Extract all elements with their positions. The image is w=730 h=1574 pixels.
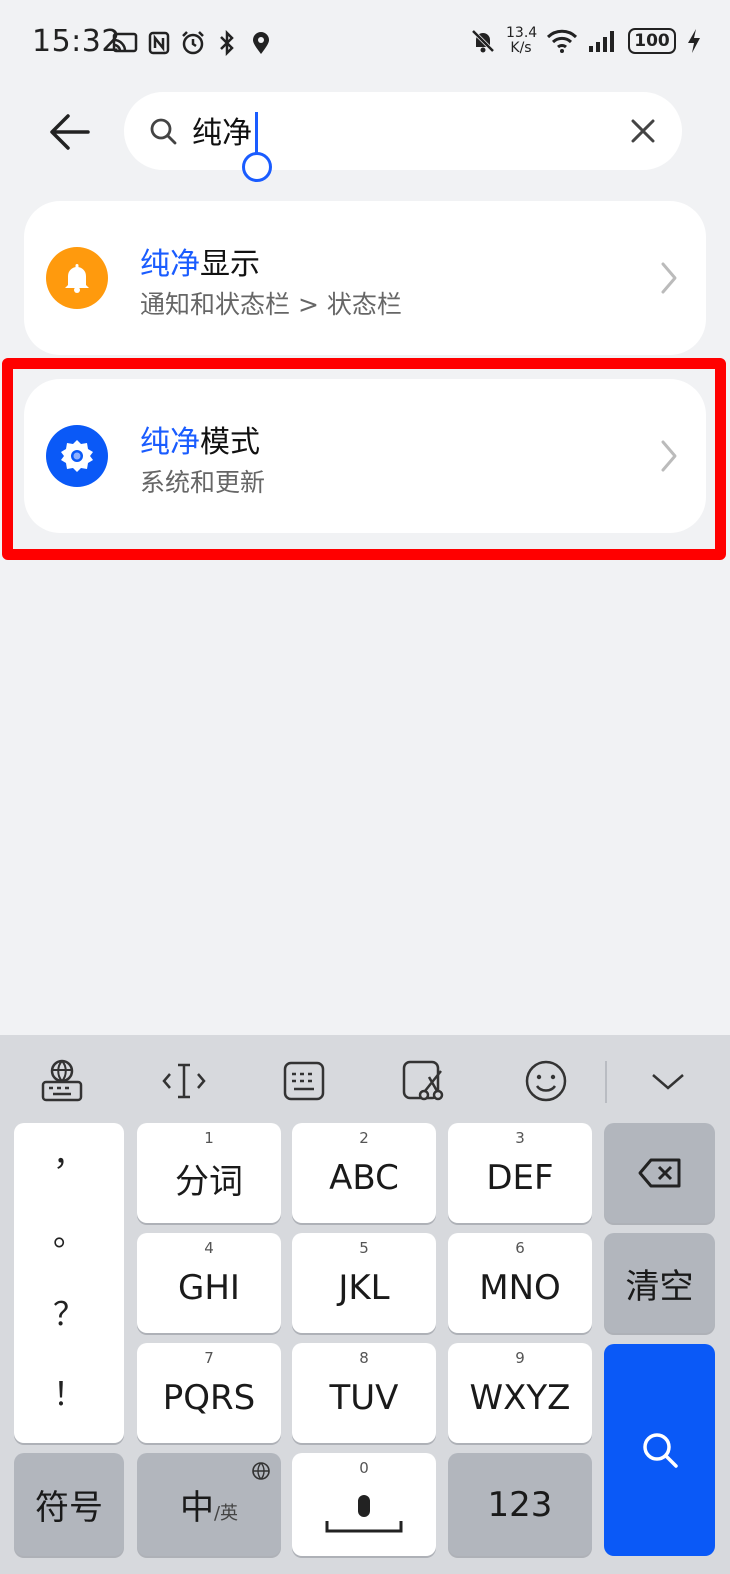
punct-key[interactable]: ， xyxy=(14,1129,124,1175)
key-9[interactable]: 9 WXYZ xyxy=(448,1343,592,1443)
symbols-button[interactable]: 符号 xyxy=(14,1453,124,1556)
keyboard-toolbar xyxy=(0,1035,730,1125)
emoji-icon[interactable] xyxy=(522,1057,570,1105)
search-icon xyxy=(642,1433,678,1468)
gear-icon xyxy=(46,425,108,487)
globe-icon xyxy=(252,1462,270,1480)
location-icon xyxy=(248,28,274,58)
cursor-icon[interactable] xyxy=(160,1057,208,1105)
bluetooth-icon xyxy=(214,28,240,58)
key-5[interactable]: 5 JKL xyxy=(292,1233,436,1333)
signal-icon xyxy=(588,26,618,56)
collapse-icon[interactable] xyxy=(644,1057,692,1105)
key-2[interactable]: 2 ABC xyxy=(292,1123,436,1223)
wifi-icon xyxy=(546,26,578,56)
microphone-icon xyxy=(325,1494,403,1532)
mute-icon xyxy=(470,26,496,56)
punct-key[interactable]: ！ xyxy=(14,1369,124,1415)
search-input[interactable]: 纯净 xyxy=(192,108,252,152)
key-1[interactable]: 1 分词 xyxy=(137,1123,281,1223)
backspace-icon xyxy=(638,1158,680,1188)
search-result-pure-mode[interactable]: 纯净模式 系统和更新 xyxy=(24,379,706,533)
search-icon xyxy=(150,118,177,145)
close-icon xyxy=(631,119,655,143)
battery-icon: 100 xyxy=(628,28,676,54)
keyboard-layout-icon[interactable] xyxy=(280,1057,328,1105)
clear-button[interactable]: 清空 xyxy=(604,1233,715,1333)
status-time: 15:32 xyxy=(32,24,121,59)
punct-key[interactable]: ？ xyxy=(14,1289,124,1335)
text-cursor xyxy=(255,112,258,154)
bell-icon xyxy=(46,247,108,309)
punct-key[interactable]: 。 xyxy=(14,1209,124,1255)
backspace-button[interactable] xyxy=(604,1123,715,1223)
language-toggle-button[interactable]: 中/英 xyxy=(137,1453,281,1556)
key-4[interactable]: 4 GHI xyxy=(137,1233,281,1333)
chevron-right-icon xyxy=(661,440,677,472)
charging-icon xyxy=(686,26,702,56)
toolbar-divider xyxy=(605,1061,607,1103)
cursor-handle[interactable] xyxy=(242,152,272,182)
status-bar: 15:32 13.4 K/s 100 xyxy=(0,0,730,88)
cast-icon xyxy=(112,28,138,58)
numbers-button[interactable]: 123 xyxy=(448,1453,592,1556)
clear-search-button[interactable] xyxy=(626,114,660,148)
result-path: 系统和更新 xyxy=(140,468,266,497)
space-button[interactable]: 0 xyxy=(292,1453,436,1556)
key-3[interactable]: 3 DEF xyxy=(448,1123,592,1223)
nfc-icon xyxy=(146,28,172,58)
key-8[interactable]: 8 TUV xyxy=(292,1343,436,1443)
search-box[interactable]: 纯净 xyxy=(124,92,682,170)
chevron-right-icon xyxy=(661,262,677,294)
punctuation-column[interactable]: ， 。 ？ ！ xyxy=(14,1123,124,1443)
back-button[interactable] xyxy=(44,106,96,158)
result-title: 纯净显示 xyxy=(140,247,260,282)
back-arrow-icon xyxy=(50,114,90,150)
search-button[interactable] xyxy=(604,1344,715,1556)
keyboard: ， 。 ？ ！ 1 分词 2 ABC 3 DEF 4 GHI 5 JKL 6 MNO 清空 … xyxy=(0,1035,730,1574)
keyboard-switch-icon[interactable] xyxy=(38,1057,86,1105)
search-result-pure-display[interactable]: 纯净显示 通知和状态栏 > 状态栏 xyxy=(24,201,706,355)
result-title: 纯净模式 xyxy=(140,425,260,460)
clipboard-icon[interactable] xyxy=(400,1057,448,1105)
key-6[interactable]: 6 MNO xyxy=(448,1233,592,1333)
net-speed: 13.4 K/s xyxy=(506,25,538,56)
key-7[interactable]: 7 PQRS xyxy=(137,1343,281,1443)
result-path: 通知和状态栏 > 状态栏 xyxy=(140,290,402,319)
alarm-icon xyxy=(180,28,206,58)
